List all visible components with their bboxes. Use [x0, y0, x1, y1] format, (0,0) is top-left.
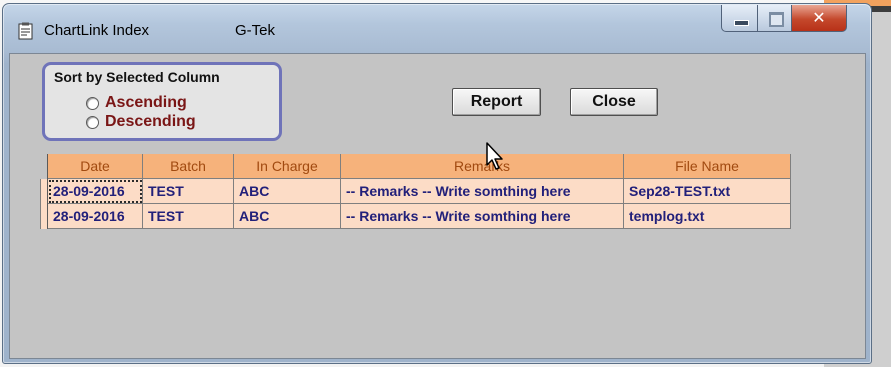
cell-file-name[interactable]: templog.txt: [624, 204, 791, 229]
sort-descending-option[interactable]: Descending: [86, 113, 196, 131]
minimize-icon: [734, 20, 749, 26]
report-button[interactable]: Report: [452, 88, 541, 116]
column-header-in-charge[interactable]: In Charge: [234, 154, 341, 179]
column-header-file-name[interactable]: File Name: [624, 154, 791, 179]
sort-group-title: Sort by Selected Column: [54, 69, 220, 85]
close-icon: ✕: [812, 8, 826, 27]
descending-label: Descending: [105, 113, 196, 130]
table-header-row: Date Batch In Charge Remarks File Name: [48, 154, 798, 179]
cell-date[interactable]: 28-09-2016: [48, 179, 143, 204]
cell-file-name[interactable]: Sep28-TEST.txt: [624, 179, 791, 204]
title-bar[interactable]: ChartLink Index G-Tek ✕: [3, 4, 871, 54]
column-header-remarks[interactable]: Remarks: [341, 154, 624, 179]
client-area: Sort by Selected Column Ascending Descen…: [9, 53, 866, 359]
cell-in-charge[interactable]: ABC: [234, 179, 341, 204]
window-app-name: G-Tek: [235, 22, 276, 39]
mouse-pointer-icon: [486, 142, 503, 170]
column-header-date[interactable]: Date: [48, 154, 143, 179]
cell-batch[interactable]: TEST: [143, 179, 234, 204]
window-title: ChartLink Index: [44, 22, 150, 39]
sort-group: Sort by Selected Column Ascending Descen…: [42, 62, 282, 141]
ascending-label: Ascending: [105, 94, 187, 111]
cell-in-charge[interactable]: ABC: [234, 204, 341, 229]
table-row[interactable]: 28-09-2016 TEST ABC -- Remarks -- Write …: [48, 204, 798, 229]
minimize-button[interactable]: [721, 5, 758, 32]
chartlink-index-window: ChartLink Index G-Tek ✕ Sort by Selected…: [2, 3, 872, 364]
cell-remarks[interactable]: -- Remarks -- Write somthing here: [341, 204, 624, 229]
sort-ascending-option[interactable]: Ascending: [86, 94, 187, 112]
cell-remarks[interactable]: -- Remarks -- Write somthing here: [341, 179, 624, 204]
maximize-button[interactable]: [757, 5, 792, 32]
table-row[interactable]: 28-09-2016 TEST ABC -- Remarks -- Write …: [48, 179, 798, 204]
close-button[interactable]: Close: [570, 88, 658, 116]
column-header-batch[interactable]: Batch: [143, 154, 234, 179]
index-table: Date Batch In Charge Remarks File Name 2…: [40, 154, 798, 229]
ascending-radio[interactable]: [86, 96, 99, 110]
chartlink-app-icon: [18, 22, 33, 40]
descending-radio[interactable]: [86, 115, 99, 129]
row-header-column: [40, 179, 47, 229]
maximize-icon: [769, 12, 784, 27]
cell-date[interactable]: 28-09-2016: [48, 204, 143, 229]
close-window-button[interactable]: ✕: [791, 5, 847, 32]
cell-batch[interactable]: TEST: [143, 204, 234, 229]
